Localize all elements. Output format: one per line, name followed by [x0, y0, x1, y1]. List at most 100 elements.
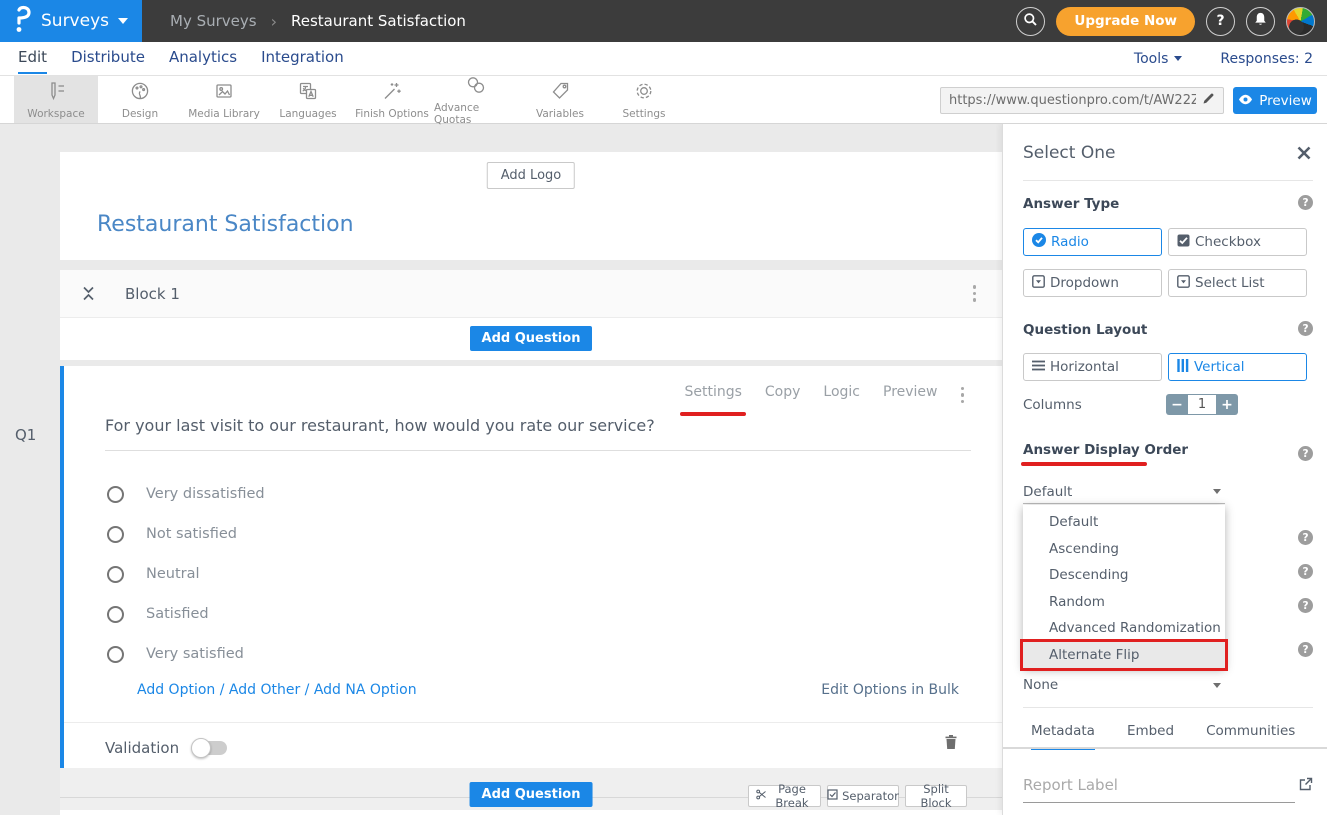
close-icon[interactable] [1297, 146, 1311, 164]
toolbar-item-variables[interactable]: Variables [518, 76, 602, 123]
help-icon[interactable]: ? [1298, 195, 1313, 210]
answer-option-row[interactable]: Very dissatisfied [107, 474, 265, 514]
add-na-option-link[interactable]: Add NA Option [314, 682, 417, 698]
answer-type-radio-button[interactable]: Radio [1023, 228, 1162, 256]
external-link-icon[interactable] [1299, 777, 1313, 795]
radio-icon[interactable] [107, 566, 124, 583]
help-icon[interactable]: ? [1298, 598, 1313, 613]
survey-url-input[interactable] [949, 93, 1196, 108]
toolbar-item-media-library[interactable]: Media Library [182, 76, 266, 123]
answer-type-option-label: Radio [1051, 234, 1089, 250]
answer-option-label[interactable]: Not satisfied [146, 526, 237, 542]
answer-option-row[interactable]: Satisfied [107, 594, 265, 634]
toolbar-item-design[interactable]: Design [98, 76, 182, 123]
dropdown-option-random[interactable]: Random [1023, 589, 1225, 616]
radio-icon[interactable] [107, 486, 124, 503]
answer-option-row[interactable]: Neutral [107, 554, 265, 594]
survey-header-card: Add Logo Restaurant Satisfaction [60, 152, 1002, 260]
help-button[interactable]: ? [1206, 7, 1235, 36]
tools-menu[interactable]: Tools [1134, 51, 1183, 67]
radio-icon[interactable] [107, 646, 124, 663]
page-break-button[interactable]: Page Break [748, 785, 821, 807]
add-other-link[interactable]: Add Other [229, 682, 300, 698]
breadcrumb-separator-icon: › [271, 12, 277, 31]
separator-button[interactable]: Separator [827, 785, 899, 807]
answer-option-label[interactable]: Very satisfied [146, 646, 244, 662]
edit-options-in-bulk-link[interactable]: Edit Options in Bulk [821, 682, 959, 698]
edit-pencil-icon[interactable] [1202, 92, 1215, 109]
toolbar-item-advance-quotas[interactable]: Advance Quotas [434, 76, 518, 123]
block-menu-kebab-icon[interactable] [973, 285, 977, 302]
radio-icon[interactable] [107, 526, 124, 543]
answer-type-checkbox-button[interactable]: Checkbox [1168, 228, 1307, 256]
validation-toggle[interactable] [193, 741, 227, 755]
dropdown-option-ascending[interactable]: Ascending [1023, 536, 1225, 563]
add-question-button[interactable]: Add Question [470, 326, 593, 351]
add-logo-button[interactable]: Add Logo [487, 162, 575, 189]
help-icon[interactable]: ? [1298, 564, 1313, 579]
panel-tab-metadata[interactable]: Metadata [1031, 723, 1095, 750]
columns-value-input[interactable] [1188, 394, 1216, 415]
answer-type-select-list-button[interactable]: Select List [1168, 269, 1307, 297]
answer-option-label[interactable]: Neutral [146, 566, 200, 582]
add-option-link[interactable]: Add Option [137, 682, 215, 698]
answer-type-dropdown-button[interactable]: Dropdown [1023, 269, 1162, 297]
help-icon[interactable]: ? [1298, 446, 1313, 461]
columns-label: Columns [1023, 397, 1082, 413]
horizontal-lines-icon [1032, 359, 1045, 375]
tab-distribute[interactable]: Distribute [71, 43, 145, 74]
answer-option-row[interactable]: Not satisfied [107, 514, 265, 554]
question-tab-preview[interactable]: Preview [883, 384, 938, 406]
tab-edit[interactable]: Edit [18, 43, 47, 74]
display-order-dropdown-menu: Default Ascending Descending Random Adva… [1023, 505, 1225, 668]
report-label-input[interactable] [1023, 772, 1295, 803]
answer-option-label[interactable]: Satisfied [146, 606, 209, 622]
layout-vertical-button[interactable]: Vertical [1168, 353, 1307, 381]
question-tab-copy[interactable]: Copy [765, 384, 801, 406]
dropdown-option-alternate-flip[interactable]: Alternate Flip [1023, 642, 1225, 669]
question-tab-settings[interactable]: Settings [684, 384, 741, 406]
preview-button[interactable]: Preview [1233, 87, 1317, 114]
add-question-button-bottom[interactable]: Add Question [470, 782, 593, 807]
separator-label: Separator [842, 789, 899, 803]
decrement-button[interactable]: − [1166, 394, 1188, 415]
block-title[interactable]: Block 1 [125, 285, 180, 303]
upgrade-now-button[interactable]: Upgrade Now [1056, 7, 1195, 36]
toolbar-item-settings[interactable]: Settings [602, 76, 686, 123]
answer-option-label[interactable]: Very dissatisfied [146, 486, 265, 502]
help-icon[interactable]: ? [1298, 321, 1313, 336]
answer-option-row[interactable]: Very satisfied [107, 634, 265, 674]
split-block-button[interactable]: Split Block [905, 785, 967, 807]
radio-icon[interactable] [107, 606, 124, 623]
panel-tab-embed[interactable]: Embed [1127, 723, 1174, 750]
help-icon[interactable]: ? [1298, 530, 1313, 545]
nav-right: Tools Responses: 2 [1134, 51, 1313, 67]
dropdown-option-descending[interactable]: Descending [1023, 562, 1225, 589]
breadcrumb-parent[interactable]: My Surveys [170, 12, 257, 30]
panel-tab-communities[interactable]: Communities [1206, 723, 1295, 750]
help-icon[interactable]: ? [1298, 642, 1313, 657]
preview-label: Preview [1259, 93, 1312, 109]
collapse-block-icon[interactable] [82, 285, 95, 302]
delete-question-button[interactable] [944, 734, 958, 754]
notifications-button[interactable] [1246, 7, 1275, 36]
dropdown-option-advanced-randomization[interactable]: Advanced Randomization [1023, 615, 1225, 642]
tab-integration[interactable]: Integration [261, 43, 344, 74]
none-select[interactable]: None [1023, 673, 1225, 697]
dropdown-option-default[interactable]: Default [1023, 509, 1225, 536]
toolbar-item-workspace[interactable]: Workspace [14, 76, 98, 123]
increment-button[interactable]: + [1216, 394, 1238, 415]
question-menu-kebab-icon[interactable] [961, 387, 965, 404]
user-avatar[interactable] [1286, 7, 1315, 36]
survey-title[interactable]: Restaurant Satisfaction [97, 212, 354, 237]
tab-analytics[interactable]: Analytics [169, 43, 237, 74]
layout-horizontal-button[interactable]: Horizontal [1023, 353, 1162, 381]
toolbar-item-languages[interactable]: Languages [266, 76, 350, 123]
question-tab-logic[interactable]: Logic [823, 384, 860, 406]
display-order-select[interactable]: Default [1023, 480, 1225, 504]
responses-count[interactable]: Responses: 2 [1220, 51, 1313, 67]
product-switcher[interactable]: Surveys [0, 0, 142, 42]
search-button[interactable] [1016, 7, 1045, 36]
question-text[interactable]: For your last visit to our restaurant, h… [105, 416, 971, 451]
toolbar-item-finish-options[interactable]: Finish Options [350, 76, 434, 123]
